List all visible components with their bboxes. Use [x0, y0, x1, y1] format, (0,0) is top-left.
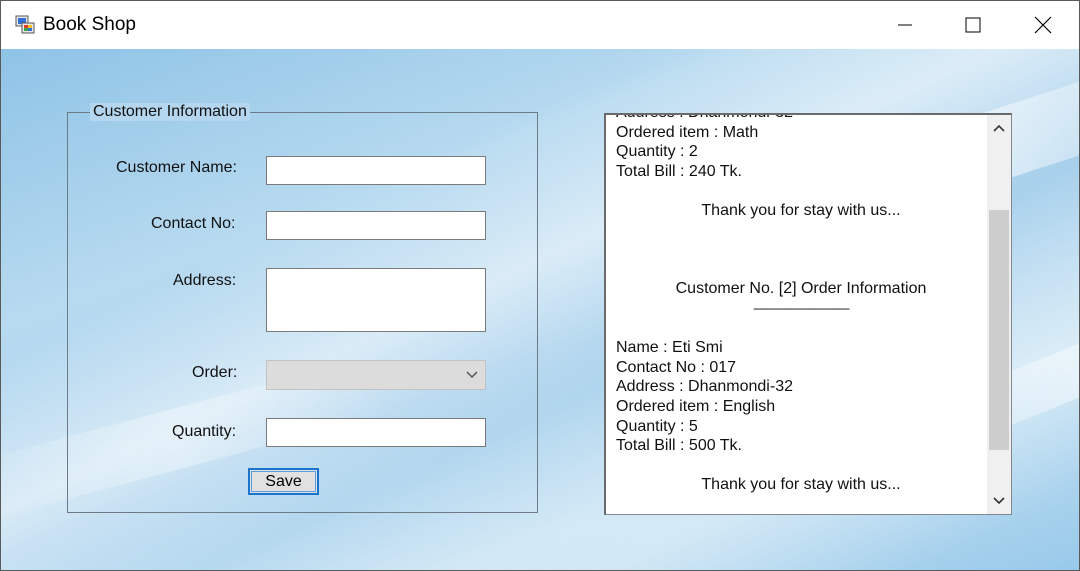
customer-name-label: Customer Name:: [116, 159, 237, 176]
vertical-scrollbar[interactable]: [987, 115, 1011, 514]
output-line: Address : Dhanmondi-32: [616, 378, 793, 396]
groupbox-title: Customer Information: [90, 103, 250, 121]
address-input[interactable]: [266, 268, 486, 332]
output-line: Contact No : 017: [616, 358, 737, 376]
chevron-down-icon: [993, 497, 1005, 505]
output-content: Address : Dhanmondi-32 Ordered item : Ma…: [616, 115, 986, 495]
output-line: Thank you for stay with us...: [701, 201, 901, 219]
order-output-textbox[interactable]: Address : Dhanmondi-32 Ordered item : Ma…: [604, 113, 1012, 515]
output-line: Address : Dhanmondi-32: [616, 115, 986, 123]
output-line: Total Bill : 500 Tk.: [616, 437, 742, 455]
output-divider: --------------------------------: [753, 300, 850, 315]
address-label: Address:: [173, 272, 237, 289]
quantity-label: Quantity:: [172, 423, 237, 440]
chevron-down-icon: [466, 371, 478, 379]
save-button-label: Save: [265, 472, 302, 490]
output-line: Name : Eti Smi: [616, 339, 723, 357]
minimize-icon: [898, 24, 912, 26]
output-line: Quantity : 2: [616, 143, 698, 161]
save-button[interactable]: Save: [248, 468, 319, 495]
title-bar[interactable]: Book Shop: [1, 1, 1079, 49]
contact-no-label: Contact No:: [151, 215, 236, 232]
window-title: Book Shop: [43, 14, 136, 35]
output-heading: Customer No. [2] Order Information: [675, 280, 927, 298]
contact-no-input[interactable]: [266, 211, 486, 240]
close-icon: [1034, 16, 1052, 34]
app-icon: [15, 15, 35, 34]
close-button[interactable]: [1009, 1, 1077, 49]
chevron-up-icon: [993, 124, 1005, 132]
customer-name-input[interactable]: [266, 156, 486, 185]
output-line: Total Bill : 240 Tk.: [616, 162, 742, 180]
quantity-input[interactable]: [266, 418, 486, 447]
output-line: Ordered item : Math: [616, 123, 759, 141]
maximize-icon: [965, 17, 981, 33]
scroll-up-button[interactable]: [987, 115, 1011, 141]
scroll-down-button[interactable]: [987, 488, 1011, 514]
output-line: Ordered item : English: [616, 397, 776, 415]
order-dropdown[interactable]: [266, 360, 486, 390]
order-label: Order:: [192, 364, 238, 381]
minimize-button[interactable]: [871, 1, 939, 49]
form-client-area: Customer Information Customer Name: Cont…: [1, 18, 1079, 570]
output-line: Quantity : 5: [616, 417, 698, 435]
book-shop-window: Book Shop Customer Information Customer …: [0, 0, 1080, 571]
maximize-button[interactable]: [939, 1, 1007, 49]
scrollbar-thumb[interactable]: [989, 210, 1009, 450]
output-line: Thank you for stay with us...: [701, 476, 901, 494]
